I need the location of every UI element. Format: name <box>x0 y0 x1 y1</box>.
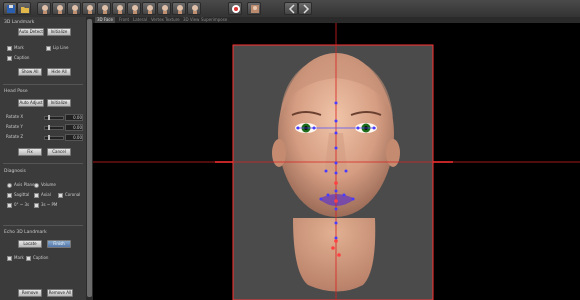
toolbar-button[interactable] <box>187 2 201 15</box>
toolbar <box>0 0 580 18</box>
rotate-y-label: Rotate Y <box>6 124 23 129</box>
toolbar-button[interactable] <box>67 2 81 15</box>
lip-line-checkbox[interactable]: Lip Line <box>46 45 69 51</box>
toolbar-button[interactable] <box>228 2 242 15</box>
toolbar-button[interactable] <box>97 2 111 15</box>
rotate-x-value[interactable]: 0.00 <box>65 114 83 121</box>
remove-button[interactable]: Remove <box>18 289 42 297</box>
separator <box>3 84 83 85</box>
show-all-button[interactable]: Show All <box>18 68 42 76</box>
left-ear <box>272 139 286 167</box>
cancel-button[interactable]: Cancel <box>47 148 71 156</box>
head-icon <box>147 5 153 14</box>
separator <box>3 225 83 226</box>
rotate-y-slider[interactable] <box>44 125 64 130</box>
axis-plane-radio[interactable]: Axis Plane <box>7 182 35 188</box>
mark-label-2: Mark <box>14 255 24 260</box>
toolbar-button[interactable] <box>127 2 141 15</box>
toolbar-button[interactable] <box>157 2 171 15</box>
landmark-section-title: 3D Landmark <box>4 20 35 25</box>
diagnosis-title: Diagnosis <box>4 169 26 174</box>
head-icon <box>57 5 63 14</box>
head-icon <box>177 5 183 14</box>
remove-all-button[interactable]: Remove All <box>47 289 73 297</box>
echo-landmark-title: Echo 3D Landmark <box>4 230 47 235</box>
slider-handle[interactable] <box>48 125 50 130</box>
toolbar-button[interactable] <box>112 2 126 15</box>
sagittal-label: Sagittal <box>14 192 30 197</box>
coronal-checkbox[interactable]: Coronal <box>58 192 80 198</box>
auto-detect-button[interactable]: Auto Detect <box>18 28 44 36</box>
option-b-label: 3s ~ PM <box>41 202 58 207</box>
toolbar-button[interactable] <box>17 2 31 15</box>
caption-checkbox-2[interactable]: Caption <box>26 255 48 261</box>
3d-viewport[interactable] <box>93 23 580 300</box>
rotate-z-slider[interactable] <box>44 135 64 140</box>
sagittal-checkbox[interactable]: Sagittal <box>7 192 29 198</box>
axis-plane-label: Axis Plane <box>14 182 35 187</box>
toolbar-button[interactable] <box>82 2 96 15</box>
left-panel: 3D Landmark Auto Detect Initialize Mark … <box>0 17 87 300</box>
caption-checkbox[interactable]: Caption <box>7 55 29 61</box>
lip-line-label: Lip Line <box>53 45 69 50</box>
slider-handle[interactable] <box>48 115 50 120</box>
back-icon <box>288 4 295 14</box>
landmark-icon <box>232 5 240 13</box>
head-icon <box>117 5 123 14</box>
forward-icon <box>303 4 310 14</box>
right-ear <box>386 139 400 167</box>
hide-all-button[interactable]: Hide All <box>47 68 71 76</box>
panel-scrollbar[interactable] <box>86 17 93 300</box>
rotate-x-label: Rotate X <box>6 114 24 119</box>
coronal-label: Coronal <box>65 192 81 197</box>
volume-label: Volume <box>41 182 56 187</box>
toolbar-button[interactable] <box>142 2 156 15</box>
face-icon <box>251 5 259 13</box>
neck <box>293 218 376 292</box>
initialize-button[interactable]: Initialize <box>47 28 71 36</box>
head-icon <box>162 5 168 14</box>
caption-label: Caption <box>14 55 30 60</box>
toolbar-button[interactable] <box>3 2 17 15</box>
caption-label-2: Caption <box>33 255 49 260</box>
head-icon <box>42 5 48 14</box>
axial-label: Axial <box>41 192 51 197</box>
locate-button[interactable]: Locate <box>18 240 42 248</box>
head-icon <box>102 5 108 14</box>
open-icon <box>21 7 29 13</box>
toolbar-button[interactable] <box>172 2 186 15</box>
slider-handle[interactable] <box>48 135 50 140</box>
option-b-checkbox[interactable]: 3s ~ PM <box>34 202 57 208</box>
head-icon <box>72 5 78 14</box>
save-icon <box>7 5 15 13</box>
toolbar-button[interactable] <box>52 2 66 15</box>
rotate-z-value[interactable]: 0.00 <box>65 134 83 141</box>
volume-radio[interactable]: Volume <box>34 182 56 188</box>
toolbar-button[interactable] <box>298 2 312 15</box>
fix-button[interactable]: Fix <box>18 148 42 156</box>
rotate-y-value[interactable]: 0.00 <box>65 124 83 131</box>
head-icon <box>132 5 138 14</box>
initialize-pose-button[interactable]: Initialize <box>47 99 71 107</box>
head-pose-title: Head Pose <box>4 89 28 94</box>
rotate-x-slider[interactable] <box>44 115 64 120</box>
axial-checkbox[interactable]: Axial <box>34 192 51 198</box>
head-icon <box>192 5 198 14</box>
auto-adjust-button[interactable]: Auto Adjust <box>18 99 44 107</box>
option-a-label: 0° ~ 3s <box>14 202 30 207</box>
finish-button[interactable]: Finish <box>47 240 71 248</box>
head-icon <box>87 5 93 14</box>
face-render[interactable] <box>93 23 580 300</box>
rotate-z-label: Rotate Z <box>6 134 24 139</box>
scrollbar-thumb[interactable] <box>87 19 92 297</box>
separator <box>3 163 83 164</box>
option-a-checkbox[interactable]: 0° ~ 3s <box>7 202 29 208</box>
toolbar-button[interactable] <box>247 2 261 15</box>
mark-label: Mark <box>14 45 24 50</box>
toolbar-button[interactable] <box>37 2 51 15</box>
toolbar-button[interactable] <box>284 2 298 15</box>
mark-checkbox[interactable]: Mark <box>7 45 24 51</box>
mark-checkbox-2[interactable]: Mark <box>7 255 24 261</box>
